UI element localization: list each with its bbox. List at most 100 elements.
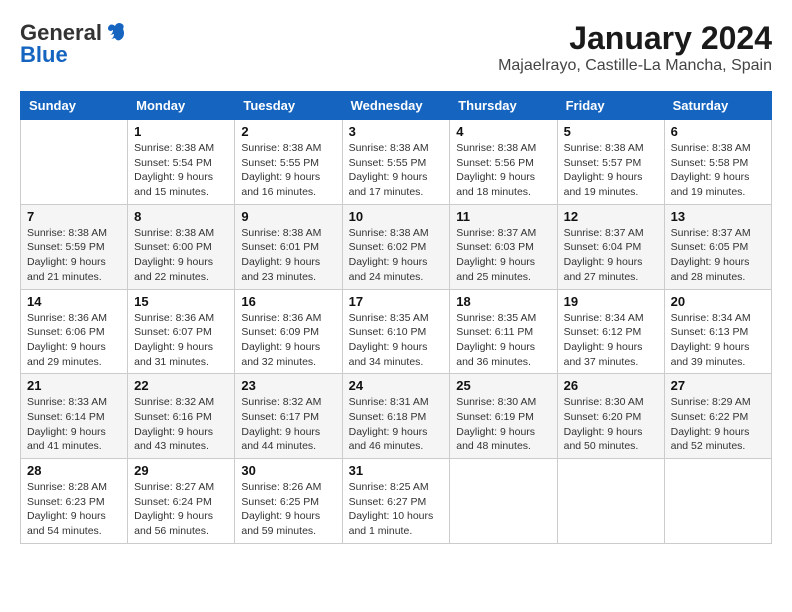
day-info: Sunrise: 8:30 AMSunset: 6:20 PMDaylight:… [564,395,658,454]
day-number: 10 [349,209,444,224]
title-section: January 2024 Majaelrayo, Castille-La Man… [498,20,772,75]
calendar-cell: 30 Sunrise: 8:26 AMSunset: 6:25 PMDayligh… [235,459,342,544]
month-title: January 2024 [498,20,772,57]
calendar-cell [450,459,557,544]
calendar-cell: 28 Sunrise: 8:28 AMSunset: 6:23 PMDayligh… [21,459,128,544]
calendar-cell [664,459,771,544]
calendar-cell: 27 Sunrise: 8:29 AMSunset: 6:22 PMDayligh… [664,374,771,459]
day-number: 16 [241,294,335,309]
day-info: Sunrise: 8:38 AMSunset: 5:56 PMDaylight:… [456,141,550,200]
calendar-cell: 16 Sunrise: 8:36 AMSunset: 6:09 PMDayligh… [235,289,342,374]
day-number: 22 [134,378,228,393]
day-number: 5 [564,124,658,139]
day-info: Sunrise: 8:38 AMSunset: 5:54 PMDaylight:… [134,141,228,200]
day-info: Sunrise: 8:29 AMSunset: 6:22 PMDaylight:… [671,395,765,454]
calendar-cell: 3 Sunrise: 8:38 AMSunset: 5:55 PMDaylight… [342,120,450,205]
day-info: Sunrise: 8:36 AMSunset: 6:07 PMDaylight:… [134,311,228,370]
calendar-cell: 7 Sunrise: 8:38 AMSunset: 5:59 PMDaylight… [21,204,128,289]
calendar-cell: 6 Sunrise: 8:38 AMSunset: 5:58 PMDaylight… [664,120,771,205]
day-info: Sunrise: 8:35 AMSunset: 6:10 PMDaylight:… [349,311,444,370]
day-info: Sunrise: 8:32 AMSunset: 6:16 PMDaylight:… [134,395,228,454]
day-number: 25 [456,378,550,393]
day-number: 17 [349,294,444,309]
day-header-tuesday: Tuesday [235,92,342,120]
day-number: 24 [349,378,444,393]
day-info: Sunrise: 8:28 AMSunset: 6:23 PMDaylight:… [27,480,121,539]
day-number: 18 [456,294,550,309]
calendar-cell: 1 Sunrise: 8:38 AMSunset: 5:54 PMDaylight… [128,120,235,205]
day-info: Sunrise: 8:37 AMSunset: 6:05 PMDaylight:… [671,226,765,285]
day-number: 30 [241,463,335,478]
day-number: 2 [241,124,335,139]
day-number: 7 [27,209,121,224]
day-header-wednesday: Wednesday [342,92,450,120]
day-number: 11 [456,209,550,224]
day-number: 31 [349,463,444,478]
calendar-week-1: 1 Sunrise: 8:38 AMSunset: 5:54 PMDaylight… [21,120,772,205]
calendar-cell: 4 Sunrise: 8:38 AMSunset: 5:56 PMDaylight… [450,120,557,205]
calendar-cell: 20Sunrise: 8:34 AMSunset: 6:13 PMDayligh… [664,289,771,374]
calendar-cell: 21 Sunrise: 8:33 AMSunset: 6:14 PMDayligh… [21,374,128,459]
day-info: Sunrise: 8:38 AMSunset: 5:55 PMDaylight:… [349,141,444,200]
page-header: General Blue January 2024 Majaelrayo, Ca… [20,20,772,75]
day-info: Sunrise: 8:38 AMSunset: 5:55 PMDaylight:… [241,141,335,200]
day-header-saturday: Saturday [664,92,771,120]
day-number: 27 [671,378,765,393]
day-number: 13 [671,209,765,224]
day-number: 28 [27,463,121,478]
day-info: Sunrise: 8:38 AMSunset: 5:57 PMDaylight:… [564,141,658,200]
day-number: 8 [134,209,228,224]
day-info: Sunrise: 8:25 AMSunset: 6:27 PMDaylight:… [349,480,444,539]
calendar-cell: 8 Sunrise: 8:38 AMSunset: 6:00 PMDaylight… [128,204,235,289]
day-number: 19 [564,294,658,309]
calendar-cell: 17 Sunrise: 8:35 AMSunset: 6:10 PMDayligh… [342,289,450,374]
calendar-cell: 19 Sunrise: 8:34 AMSunset: 6:12 PMDayligh… [557,289,664,374]
calendar-cell: 31 Sunrise: 8:25 AMSunset: 6:27 PMDayligh… [342,459,450,544]
calendar-cell: 23Sunrise: 8:32 AMSunset: 6:17 PMDayligh… [235,374,342,459]
day-number: 12 [564,209,658,224]
calendar-cell: 29Sunrise: 8:27 AMSunset: 6:24 PMDayligh… [128,459,235,544]
day-info: Sunrise: 8:33 AMSunset: 6:14 PMDaylight:… [27,395,121,454]
day-header-monday: Monday [128,92,235,120]
calendar-cell: 5 Sunrise: 8:38 AMSunset: 5:57 PMDaylight… [557,120,664,205]
calendar-week-2: 7 Sunrise: 8:38 AMSunset: 5:59 PMDaylight… [21,204,772,289]
day-info: Sunrise: 8:36 AMSunset: 6:06 PMDaylight:… [27,311,121,370]
day-info: Sunrise: 8:34 AMSunset: 6:12 PMDaylight:… [564,311,658,370]
calendar-cell: 11 Sunrise: 8:37 AMSunset: 6:03 PMDayligh… [450,204,557,289]
calendar-header-row: SundayMondayTuesdayWednesdayThursdayFrid… [21,92,772,120]
calendar-cell [557,459,664,544]
logo: General Blue [20,20,126,68]
day-info: Sunrise: 8:35 AMSunset: 6:11 PMDaylight:… [456,311,550,370]
day-info: Sunrise: 8:37 AMSunset: 6:03 PMDaylight:… [456,226,550,285]
day-info: Sunrise: 8:38 AMSunset: 5:58 PMDaylight:… [671,141,765,200]
calendar-week-5: 28 Sunrise: 8:28 AMSunset: 6:23 PMDayligh… [21,459,772,544]
day-number: 3 [349,124,444,139]
location: Majaelrayo, Castille-La Mancha, Spain [498,57,772,75]
day-header-friday: Friday [557,92,664,120]
day-info: Sunrise: 8:26 AMSunset: 6:25 PMDaylight:… [241,480,335,539]
calendar-cell: 14 Sunrise: 8:36 AMSunset: 6:06 PMDayligh… [21,289,128,374]
day-info: Sunrise: 8:36 AMSunset: 6:09 PMDaylight:… [241,311,335,370]
day-number: 26 [564,378,658,393]
calendar-cell [21,120,128,205]
day-number: 14 [27,294,121,309]
calendar-cell: 2 Sunrise: 8:38 AMSunset: 5:55 PMDaylight… [235,120,342,205]
calendar-table: SundayMondayTuesdayWednesdayThursdayFrid… [20,91,772,544]
calendar-cell: 13 Sunrise: 8:37 AMSunset: 6:05 PMDayligh… [664,204,771,289]
day-number: 9 [241,209,335,224]
day-number: 21 [27,378,121,393]
calendar-cell: 25 Sunrise: 8:30 AMSunset: 6:19 PMDayligh… [450,374,557,459]
day-info: Sunrise: 8:38 AMSunset: 5:59 PMDaylight:… [27,226,121,285]
day-header-sunday: Sunday [21,92,128,120]
day-number: 29 [134,463,228,478]
day-info: Sunrise: 8:38 AMSunset: 6:01 PMDaylight:… [241,226,335,285]
calendar-cell: 10Sunrise: 8:38 AMSunset: 6:02 PMDayligh… [342,204,450,289]
logo-blue-text: Blue [20,42,68,68]
day-info: Sunrise: 8:34 AMSunset: 6:13 PMDaylight:… [671,311,765,370]
day-number: 23 [241,378,335,393]
day-number: 4 [456,124,550,139]
day-info: Sunrise: 8:30 AMSunset: 6:19 PMDaylight:… [456,395,550,454]
day-number: 1 [134,124,228,139]
day-number: 6 [671,124,765,139]
day-info: Sunrise: 8:38 AMSunset: 6:00 PMDaylight:… [134,226,228,285]
